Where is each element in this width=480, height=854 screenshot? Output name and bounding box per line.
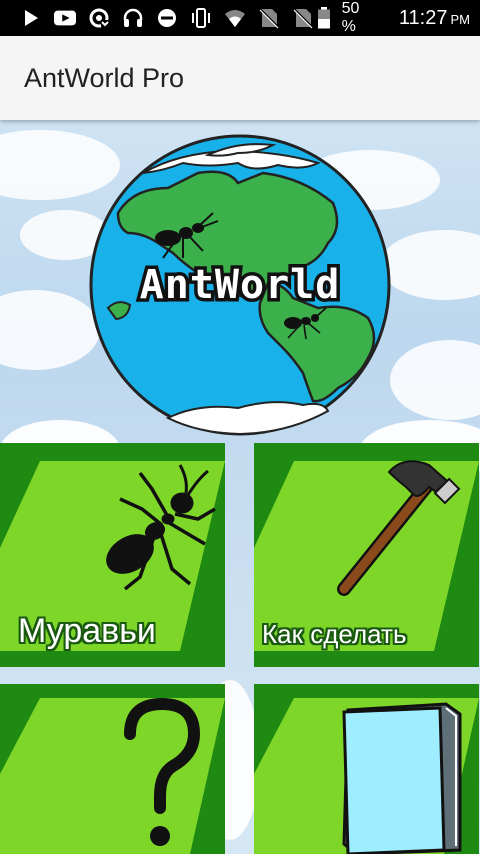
do-not-disturb-icon xyxy=(156,7,178,29)
clock-time: 11:27 xyxy=(398,6,448,29)
tile-book[interactable] xyxy=(254,684,479,854)
tile-how-to-make[interactable]: Как сделать xyxy=(254,443,479,667)
youtube-icon xyxy=(54,7,76,29)
status-bar: 50 % 11:27 PM xyxy=(0,0,480,36)
no-sim-icon xyxy=(292,7,314,29)
app-title: AntWorld Pro xyxy=(24,62,185,93)
sync-icon xyxy=(88,7,110,29)
ant-icon xyxy=(80,459,220,614)
logo-text: AntWorld xyxy=(140,262,341,308)
clock-ampm: PM xyxy=(450,11,471,27)
tile-label-how-to-make: Как сделать xyxy=(262,619,407,649)
antworld-globe-logo: AntWorld xyxy=(88,133,392,437)
tile-faq[interactable] xyxy=(0,684,225,854)
play-icon xyxy=(20,7,42,29)
wifi-icon xyxy=(224,7,246,29)
question-mark-icon xyxy=(118,692,208,854)
vibrate-icon xyxy=(190,7,212,29)
book-icon xyxy=(336,700,466,854)
tile-label-ants: Муравьи xyxy=(18,612,156,650)
headset-icon xyxy=(122,7,144,29)
clock: 11:27 PM xyxy=(399,7,470,30)
hammer-icon xyxy=(334,457,464,602)
battery-percent: 50 % xyxy=(341,0,360,35)
app-bar: AntWorld Pro xyxy=(0,36,480,120)
tile-ants[interactable]: Муравьи xyxy=(0,443,225,667)
no-sim-icon xyxy=(258,7,280,29)
battery-icon xyxy=(314,7,334,29)
